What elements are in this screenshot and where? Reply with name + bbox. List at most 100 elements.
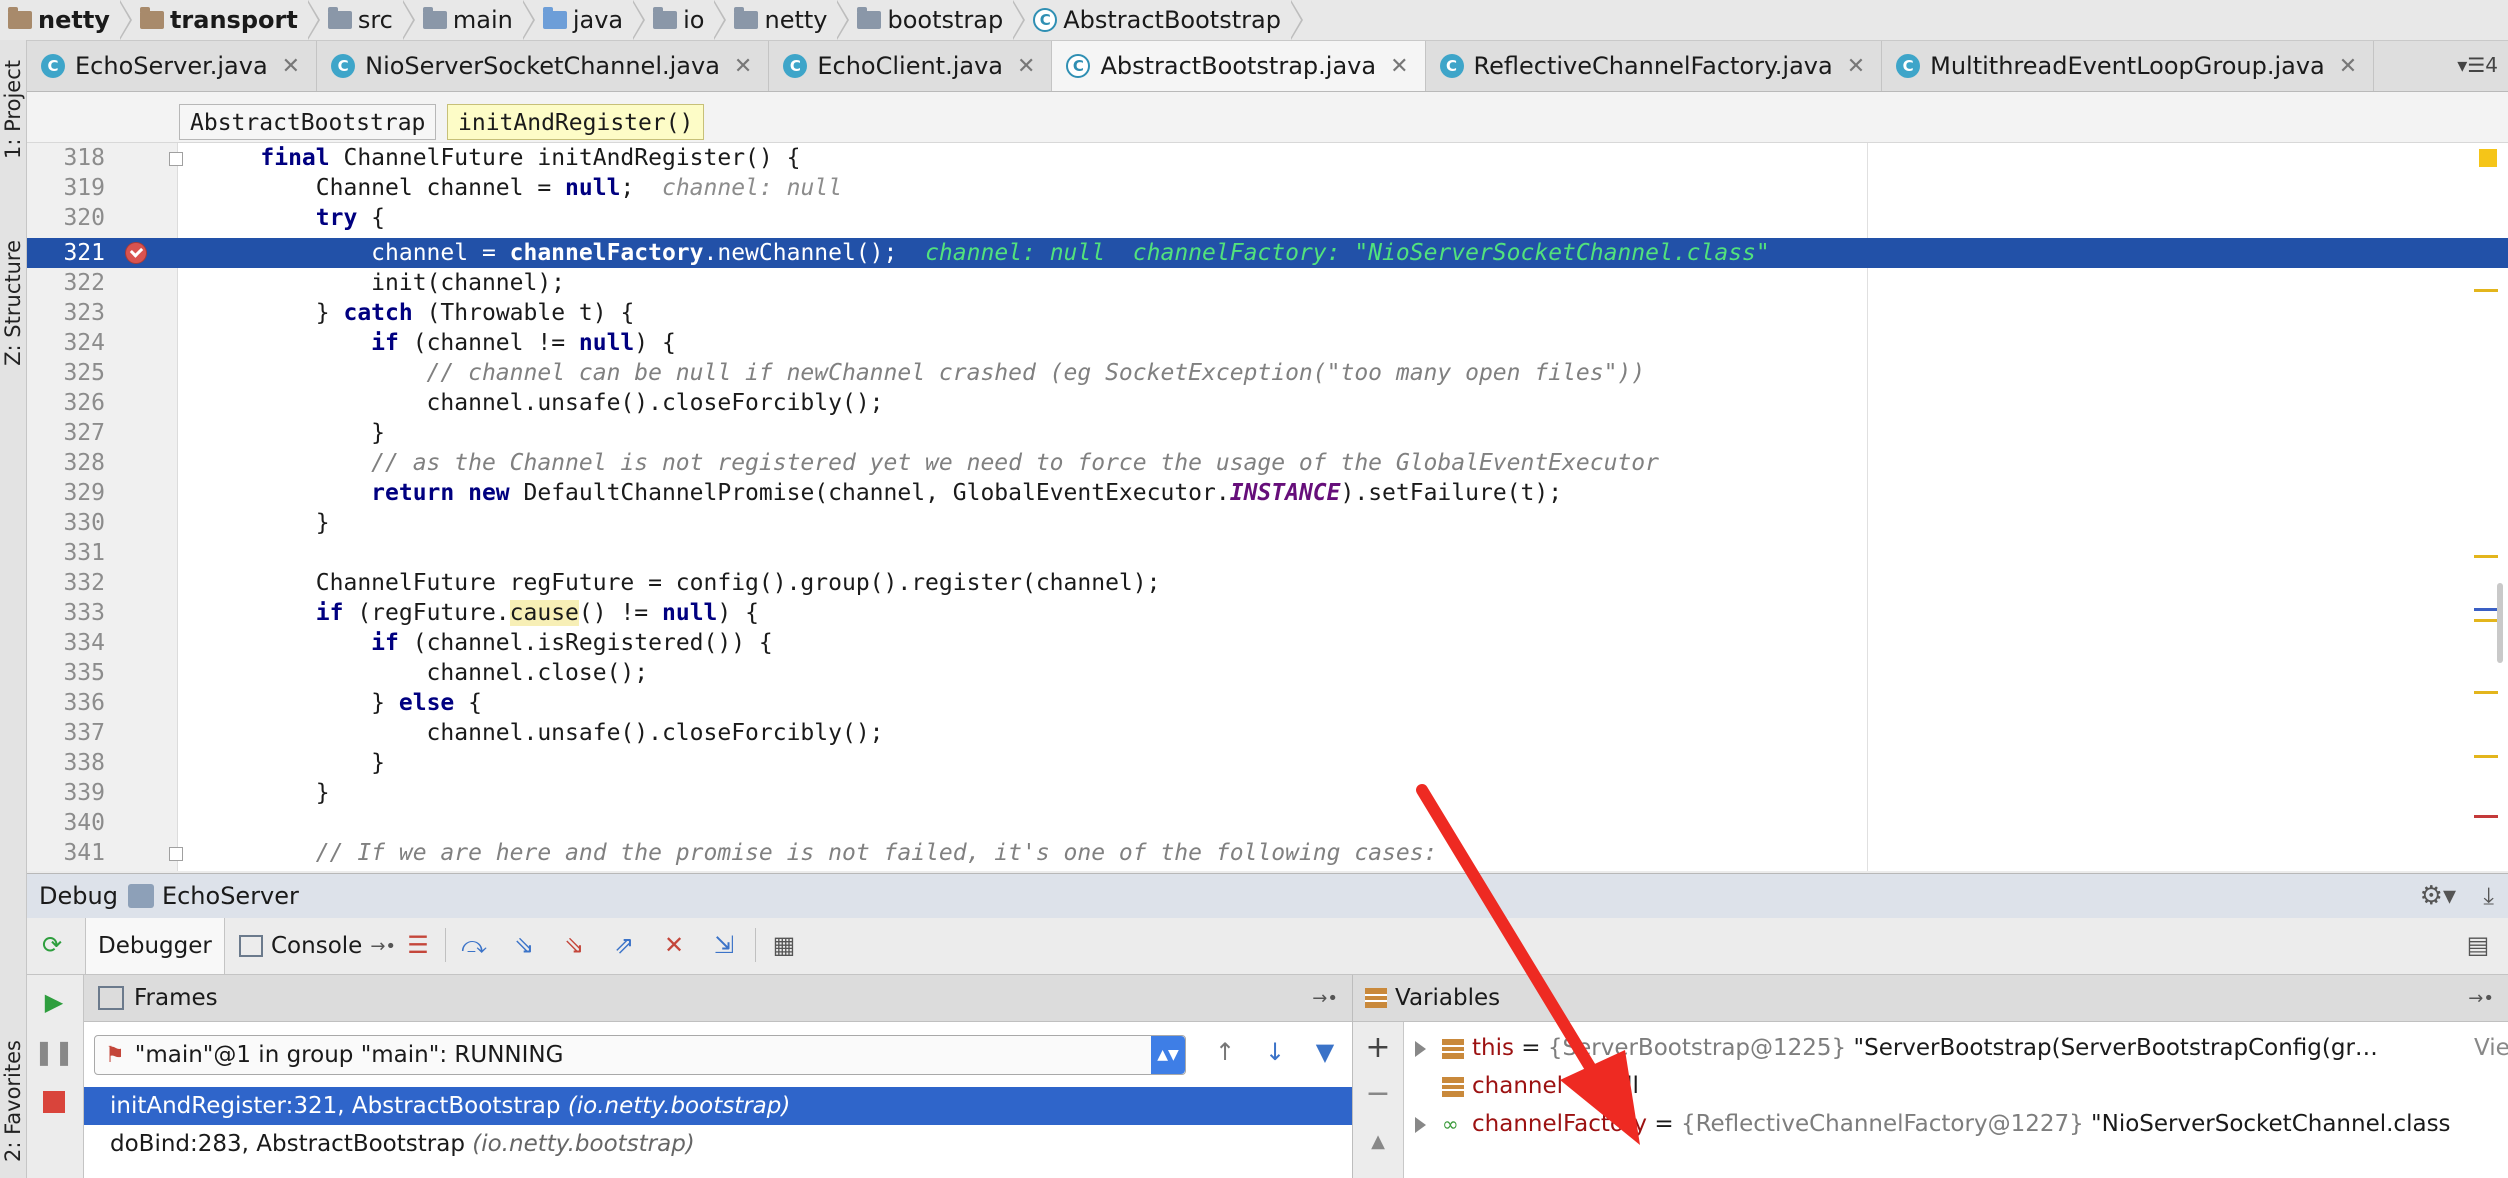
add-watch-icon[interactable]: + <box>1363 1030 1393 1065</box>
pin-icon[interactable]: →• <box>1312 988 1338 1009</box>
close-icon[interactable]: ✕ <box>734 54 752 79</box>
rerun-icon[interactable]: ⟳ <box>37 930 67 960</box>
crumb-bootstrap[interactable]: bootstrap <box>849 0 1026 40</box>
code-line: 320 try { <box>63 205 386 231</box>
scroll-marker[interactable] <box>2474 608 2498 611</box>
breakpoint-icon[interactable] <box>125 242 147 264</box>
fold-marker-icon[interactable] <box>169 847 183 861</box>
close-icon[interactable]: ✕ <box>1390 54 1408 79</box>
code-line: 330 } <box>63 510 330 536</box>
scroll-marker[interactable] <box>2474 755 2498 758</box>
show-execution-point-icon[interactable]: ☰ <box>403 930 433 960</box>
close-icon[interactable]: ✕ <box>2339 54 2357 79</box>
left-tool-strip: 1: Project Z: Structure 2: Favorites <box>0 40 27 1178</box>
previous-frame-icon[interactable]: ↑ <box>1210 1037 1240 1067</box>
variables-panel: Variables →• + − ▲ this = {ServerBootstr… <box>1353 975 2508 1178</box>
code-line: 337 channel.unsafe().closeForcibly(); <box>63 720 884 746</box>
tab-abstractbootstrap[interactable]: C AbstractBootstrap.java ✕ <box>1052 41 1426 91</box>
scroll-marker[interactable] <box>2474 555 2498 558</box>
variable-row-channelfactory[interactable]: ∞ channelFactory = {ReflectiveChannelFact… <box>1415 1105 2508 1143</box>
crumb-src[interactable]: src <box>320 0 415 40</box>
next-frame-icon[interactable]: ↓ <box>1260 1037 1290 1067</box>
step-over-icon[interactable]: ⤼ <box>459 930 489 960</box>
settings-gear-icon[interactable]: ⚙▾ <box>2420 881 2456 911</box>
code-line: 323 } catch (Throwable t) { <box>63 300 635 326</box>
scroll-marker[interactable] <box>2474 815 2498 818</box>
project-tool-button[interactable]: 1: Project <box>1 60 25 159</box>
editor-scrollbar-thumb[interactable] <box>2497 583 2503 663</box>
tab-multithreadeventloopgroup[interactable]: C MultithreadEventLoopGroup.java ✕ <box>1882 41 2375 91</box>
drop-frame-icon[interactable]: ✕ <box>659 930 689 960</box>
tab-echoserver[interactable]: C EchoServer.java ✕ <box>27 41 318 91</box>
abstract-class-icon: C <box>1066 54 1091 78</box>
debug-config-name[interactable]: EchoServer <box>162 882 299 910</box>
code-line: 322 init(channel); <box>63 270 566 296</box>
crumb-netty[interactable]: netty <box>0 0 132 40</box>
evaluate-expression-icon[interactable]: ▦ <box>769 930 799 960</box>
stop-icon[interactable] <box>39 1087 69 1117</box>
move-up-icon[interactable]: ▲ <box>1363 1126 1393 1156</box>
crumb-abstractbootstrap[interactable]: C AbstractBootstrap <box>1025 0 1303 40</box>
variables-header: Variables →• <box>1353 975 2508 1022</box>
inspection-status-icon[interactable] <box>2479 149 2497 167</box>
view-link[interactable]: View <box>2468 1029 2508 1067</box>
crumb-main[interactable]: main <box>415 0 535 40</box>
field-icon <box>1442 1038 1464 1059</box>
pin-icon[interactable]: →• <box>370 936 396 957</box>
resume-icon[interactable]: ▶ <box>39 987 69 1017</box>
structure-tool-button[interactable]: Z: Structure <box>1 240 25 366</box>
editor-crumb-class[interactable]: AbstractBootstrap <box>179 104 437 140</box>
code-line: 332 ChannelFuture regFuture = config().g… <box>63 570 1161 596</box>
editor-crumb-method[interactable]: initAndRegister() <box>447 104 705 140</box>
fold-marker-icon[interactable] <box>169 152 183 166</box>
remove-watch-icon[interactable]: − <box>1363 1076 1393 1111</box>
crumb-netty-pkg[interactable]: netty <box>726 0 850 40</box>
tab-echoclient[interactable]: C EchoClient.java ✕ <box>769 41 1053 91</box>
debug-title: Debug <box>39 882 118 910</box>
close-icon[interactable]: ✕ <box>282 54 300 79</box>
crumb-transport[interactable]: transport <box>132 0 320 40</box>
pin-icon[interactable]: →• <box>2468 988 2494 1009</box>
frames-panel: Frames →• ⚑ "main"@1 in group "main": RU… <box>84 975 1353 1178</box>
variable-row-channel[interactable]: channel = null <box>1415 1067 2508 1105</box>
thread-status-icon: ⚑ <box>105 1042 125 1068</box>
watch-field-icon: ∞ <box>1442 1112 1459 1136</box>
class-icon: C <box>1896 54 1921 78</box>
expand-arrow-icon[interactable] <box>1415 1116 1426 1133</box>
step-out-icon[interactable]: ⇗ <box>609 930 639 960</box>
force-step-into-icon[interactable]: ⇘ <box>559 930 589 960</box>
package-folder-icon <box>857 7 882 29</box>
frame-row[interactable]: doBind:283, AbstractBootstrap (io.netty.… <box>84 1125 1352 1163</box>
code-line: 338 } <box>63 750 386 776</box>
step-into-icon[interactable]: ⇘ <box>509 930 539 960</box>
expand-arrow-icon[interactable] <box>1415 1040 1426 1057</box>
crumb-java[interactable]: java <box>535 0 646 40</box>
class-icon: C <box>331 54 356 78</box>
tabs-overflow-button[interactable]: ▾☰4 <box>2457 53 2498 77</box>
filter-icon[interactable]: ▼ <box>1310 1037 1340 1067</box>
scroll-marker[interactable] <box>2474 619 2498 622</box>
code-editor[interactable]: 318 final ChannelFuture initAndRegister(… <box>27 143 2508 871</box>
scroll-marker[interactable] <box>2474 691 2498 694</box>
restore-layout-icon[interactable]: ▤ <box>2463 930 2493 960</box>
close-icon[interactable]: ✕ <box>1017 54 1035 79</box>
tab-console[interactable]: Console →• <box>227 918 408 974</box>
run-to-cursor-icon[interactable]: ⇲ <box>709 930 739 960</box>
tab-reflectivechannelfactory[interactable]: C ReflectiveChannelFactory.java ✕ <box>1426 41 1883 91</box>
code-line: 339 } <box>63 780 330 806</box>
tab-debugger[interactable]: Debugger <box>85 918 225 974</box>
hide-panel-icon[interactable]: ⤓ <box>2483 882 2494 910</box>
scroll-marker[interactable] <box>2474 289 2498 292</box>
code-line: 318 final ChannelFuture initAndRegister(… <box>63 145 801 171</box>
code-line: 327 } <box>63 420 386 446</box>
thread-selector[interactable]: ⚑ "main"@1 in group "main": RUNNING ▲▼ <box>94 1035 1186 1075</box>
dropdown-arrows-icon[interactable]: ▲▼ <box>1151 1036 1185 1074</box>
variable-row-this[interactable]: this = {ServerBootstrap@1225} "ServerBoo… <box>1415 1029 2508 1067</box>
favorites-tool-button[interactable]: 2: Favorites <box>1 1040 25 1162</box>
code-line: 336 } else { <box>63 690 482 716</box>
crumb-io[interactable]: io <box>645 0 727 40</box>
tab-nioserversocketchannel[interactable]: C NioServerSocketChannel.java ✕ <box>317 41 770 91</box>
close-icon[interactable]: ✕ <box>1847 54 1865 79</box>
frame-row-selected[interactable]: initAndRegister:321, AbstractBootstrap (… <box>84 1087 1352 1125</box>
pause-icon[interactable]: ❚❚ <box>34 1037 74 1067</box>
